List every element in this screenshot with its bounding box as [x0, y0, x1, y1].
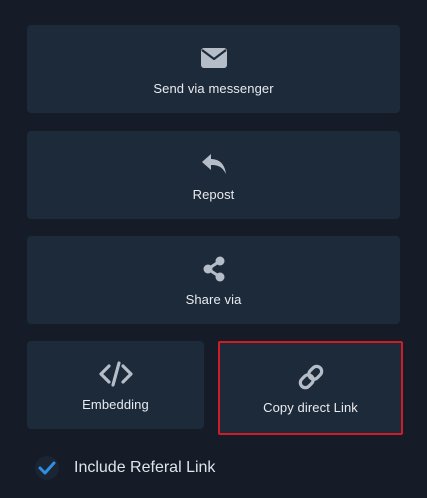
referral-checkbox[interactable]: [35, 456, 59, 480]
copy-direct-link-label: Copy direct Link: [263, 399, 358, 415]
include-referral-link-option[interactable]: Include Referal Link: [35, 456, 215, 480]
check-icon: [38, 461, 56, 475]
code-icon: [98, 359, 133, 389]
embedding-button[interactable]: Embedding: [27, 341, 204, 429]
envelope-icon: [200, 43, 228, 73]
send-via-messenger-label: Send via messenger: [153, 80, 274, 96]
embedding-label: Embedding: [82, 396, 149, 412]
repost-label: Repost: [192, 186, 235, 202]
reply-arrow-icon: [200, 149, 228, 179]
send-via-messenger-button[interactable]: Send via messenger: [27, 25, 400, 113]
copy-direct-link-button[interactable]: Copy direct Link: [218, 341, 403, 435]
share-icon: [202, 254, 226, 284]
share-via-label: Share via: [185, 291, 242, 307]
referral-label: Include Referal Link: [74, 459, 216, 476]
link-icon: [297, 362, 325, 392]
share-panel: Send via messenger Repost Share via Embe…: [0, 0, 427, 498]
repost-button[interactable]: Repost: [27, 131, 400, 219]
share-via-button[interactable]: Share via: [27, 236, 400, 324]
